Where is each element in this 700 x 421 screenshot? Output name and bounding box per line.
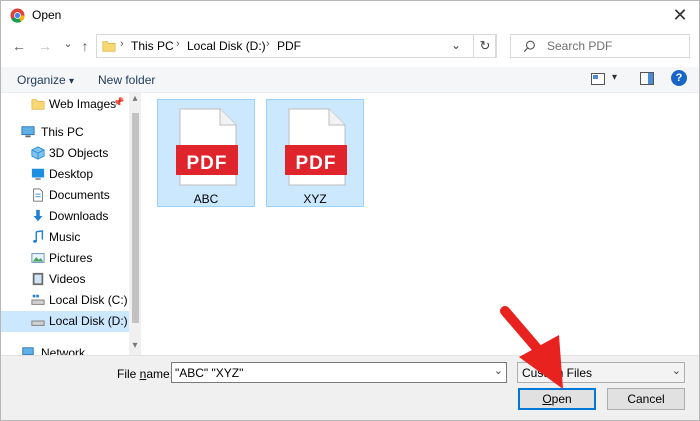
cancel-button[interactable]: Cancel — [607, 388, 685, 410]
toolbar: Organize ▾ New folder ▾ ? — [1, 67, 699, 93]
breadcrumb-separator: › — [266, 38, 270, 50]
title-bar: Open ✕ — [1, 1, 699, 29]
file-name: ABC — [193, 192, 219, 206]
sidebar-item-videos[interactable]: Videos — [1, 269, 129, 290]
sidebar-item-label: This PC — [41, 125, 84, 139]
folder-icon — [31, 99, 45, 110]
search-icon — [523, 40, 535, 53]
sidebar-item-label: 3D Objects — [49, 146, 109, 160]
filename-label: File name: — [117, 367, 173, 381]
sidebar-item-this-pc[interactable]: This PC — [1, 122, 129, 143]
search-placeholder: Search PDF — [547, 39, 613, 53]
forward-button[interactable]: → — [36, 37, 54, 55]
preview-pane-icon[interactable] — [640, 72, 654, 85]
chrome-icon — [10, 8, 25, 23]
pin-icon: 📌 — [113, 97, 125, 107]
breadcrumb-separator: › — [176, 38, 180, 50]
window-title: Open — [32, 8, 62, 22]
filename-input[interactable]: "ABC" "XYZ" ⌄ — [171, 362, 507, 383]
open-button[interactable]: Open — [518, 388, 596, 410]
sidebar-item-pictures[interactable]: Pictures — [1, 248, 129, 269]
organize-label: Organize — [17, 73, 66, 87]
sidebar-item-label: Network — [41, 346, 86, 355]
sidebar-item-music[interactable]: Music — [1, 227, 129, 248]
sidebar-item-label: Documents — [49, 188, 110, 202]
sidebar-item-label: Music — [49, 230, 81, 244]
navigation-pane: Web Images 📌 This PC 3D Objects Desktop … — [1, 93, 141, 355]
organize-button[interactable]: Organize ▾ — [17, 73, 74, 87]
sidebar-item-local-disk-d[interactable]: Local Disk (D:) — [1, 311, 129, 332]
filename-label-prefix: File — [117, 367, 140, 381]
scroll-down-icon[interactable]: ▾ — [130, 340, 140, 351]
filename-label-rest: ame: — [146, 367, 174, 381]
network-icon — [22, 347, 34, 355]
change-view-icon[interactable] — [591, 73, 605, 85]
scroll-up-icon[interactable]: ▴ — [130, 93, 140, 104]
search-box[interactable]: Search PDF — [510, 34, 690, 58]
recent-locations-button[interactable]: ⌄ — [59, 35, 77, 53]
sidebar-item-label: Videos — [49, 272, 86, 286]
sidebar-item-label: Pictures — [49, 251, 93, 265]
download-icon — [33, 209, 43, 222]
breadcrumb-pdf[interactable]: PDF — [277, 39, 301, 53]
open-access-key: O — [542, 392, 552, 406]
videos-icon — [32, 272, 44, 286]
filename-value: "ABC" "XYZ" — [175, 366, 244, 380]
refresh-button[interactable]: ↻ — [473, 34, 497, 58]
close-button[interactable]: ✕ — [668, 4, 692, 26]
breadcrumb-local-disk-d[interactable]: Local Disk (D:) — [187, 39, 266, 53]
sidebar-item-desktop[interactable]: Desktop — [1, 164, 129, 185]
breadcrumb-this-pc[interactable]: This PC — [131, 39, 174, 53]
up-button[interactable]: ↑ — [76, 37, 94, 55]
sidebar-item-label: Web Images — [49, 97, 117, 111]
address-dropdown-icon[interactable]: ⌄ — [451, 38, 461, 52]
back-button[interactable]: ← — [10, 37, 28, 55]
sidebar-item-label: Local Disk (D:) — [49, 314, 128, 328]
open-label: pen — [551, 392, 572, 406]
file-item-abc[interactable]: PDF ABC — [157, 99, 255, 207]
sidebar-item-downloads[interactable]: Downloads — [1, 206, 129, 227]
sidebar-item-local-disk-c[interactable]: Local Disk (C:) — [1, 290, 129, 311]
help-icon[interactable]: ? — [671, 70, 687, 86]
drive-icon — [31, 320, 45, 326]
pdf-badge: PDF — [295, 153, 337, 174]
sidebar-item-label: Desktop — [49, 167, 94, 181]
sidebar-item-label: Local Disk (C:) — [49, 293, 128, 307]
file-name: XYZ — [303, 192, 327, 206]
address-bar[interactable]: › This PC › Local Disk (D:) › PDF ⌄ — [96, 34, 496, 58]
cube-icon — [31, 146, 45, 160]
breadcrumb-separator: › — [120, 38, 124, 50]
folder-icon — [102, 41, 116, 52]
file-type-dropdown-icon[interactable]: ⌄ — [672, 364, 681, 377]
desktop-icon — [31, 168, 45, 180]
sidebar-item-network[interactable]: Network — [1, 343, 129, 355]
sidebar-item-3d-objects[interactable]: 3D Objects — [1, 143, 129, 164]
sidebar-item-documents[interactable]: Documents — [1, 185, 129, 206]
open-dialog: Open ✕ ← → ⌄ ↑ › This PC › Local Disk (D… — [0, 0, 700, 421]
annotation-arrow-icon — [500, 306, 563, 389]
organize-dropdown-icon: ▾ — [69, 76, 75, 87]
pdf-badge: PDF — [186, 153, 228, 174]
computer-icon — [21, 126, 35, 138]
file-item-xyz[interactable]: PDF XYZ — [266, 99, 364, 207]
pictures-icon — [31, 253, 45, 263]
sidebar-item-web-images[interactable]: Web Images 📌 — [1, 94, 129, 115]
documents-icon — [33, 188, 43, 202]
new-folder-button[interactable]: New folder — [98, 73, 155, 87]
sidebar-scroll-thumb[interactable] — [132, 113, 139, 323]
drive-icon — [31, 294, 45, 305]
music-icon — [33, 230, 44, 243]
view-dropdown-icon[interactable]: ▾ — [612, 72, 617, 83]
sidebar-item-label: Downloads — [49, 209, 109, 223]
